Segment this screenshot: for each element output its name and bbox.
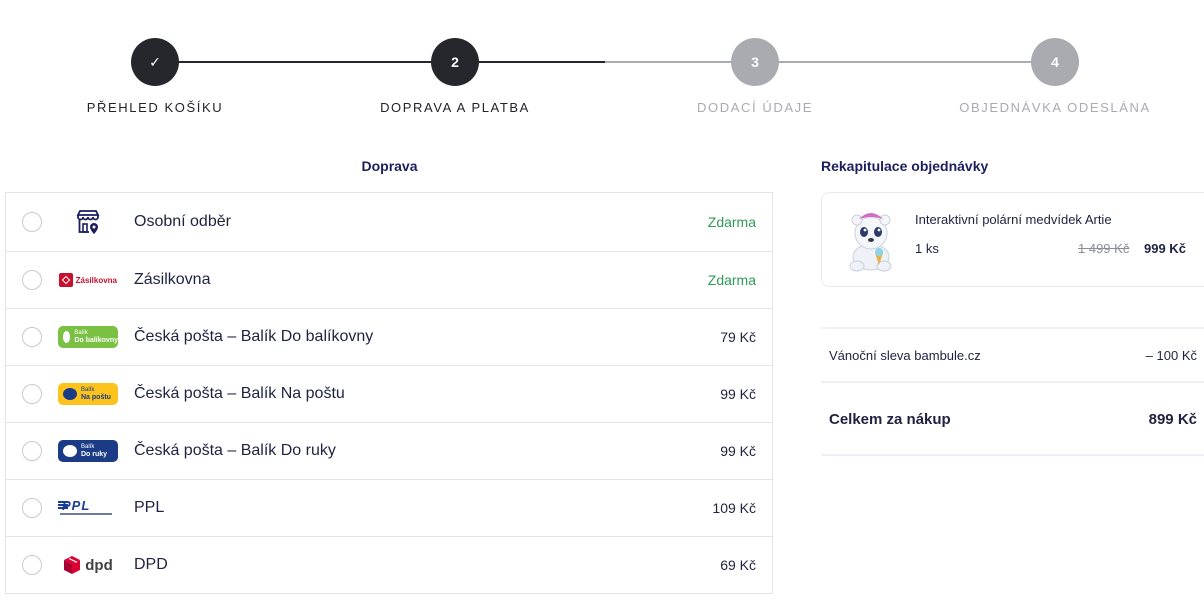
shipping-option-ppl[interactable]: PPL PPL 109 Kč	[6, 479, 772, 536]
shipping-option-name: Osobní odběr	[134, 213, 231, 230]
ppl-logo: PPL	[56, 496, 120, 520]
step-3-label: DODACÍ ÚDAJE	[697, 100, 813, 115]
step-delivery-details: 3 DODACÍ ÚDAJE	[655, 38, 855, 115]
checkout-stepper: ✓ PŘEHLED KOŠÍKU 2 DOPRAVA A PLATBA 3 DO…	[0, 0, 1204, 130]
shipping-option-price: 99 Kč	[720, 443, 756, 459]
shipping-options-list: Osobní odběr Zdarma Zásilkovna Zásilkovn…	[5, 192, 773, 594]
shipping-option-name: Česká pošta – Balík Na poštu	[134, 385, 345, 402]
order-recap-title: Rekapitulace objednávky	[821, 158, 989, 174]
shipping-option-zasilkovna[interactable]: Zásilkovna Zásilkovna Zdarma	[6, 251, 772, 308]
balik-do-ruky-logo: Balík Do ruky	[56, 439, 120, 463]
shipping-option-name: DPD	[134, 556, 168, 573]
product-price-old: 1 499 Kč	[1078, 241, 1130, 256]
total-label: Celkem za nákup	[829, 411, 951, 428]
product-name[interactable]: Interaktivní polární medvídek Artie	[915, 212, 1112, 227]
step-1-checkmark-icon: ✓	[131, 38, 179, 86]
order-item-card: Interaktivní polární medvídek Artie 1 ks…	[821, 192, 1204, 287]
shipping-option-name: Česká pošta – Balík Do balíkovny	[134, 328, 374, 345]
shipping-radio[interactable]	[22, 555, 42, 575]
recap-divider	[821, 381, 1204, 383]
shipping-option-name: Zásilkovna	[134, 271, 211, 288]
step-shipping-payment: 2 DOPRAVA A PLATBA	[355, 38, 555, 115]
store-pin-icon	[56, 210, 120, 234]
discount-label: Vánoční sleva bambule.cz	[829, 348, 981, 363]
shipping-option-balik-do-balikovny[interactable]: Balík Do balíkovny Česká pošta – Balík Do…	[6, 308, 772, 365]
total-row: Celkem za nákup 899 Kč	[821, 384, 1204, 454]
shipping-option-dpd[interactable]: dpd DPD 69 Kč	[6, 536, 772, 593]
shipping-radio[interactable]	[22, 212, 42, 232]
shipping-radio[interactable]	[22, 498, 42, 518]
shipping-section-title: Doprava	[361, 158, 418, 174]
step-4-label: OBJEDNÁVKA ODESLÁNA	[959, 100, 1151, 115]
shipping-option-price: 79 Kč	[720, 329, 756, 345]
product-price-new: 999 Kč	[1144, 241, 1186, 256]
shipping-option-price: Zdarma	[707, 214, 756, 230]
shipping-option-price: Zdarma	[707, 272, 756, 288]
step-order-sent: 4 OBJEDNÁVKA ODESLÁNA	[955, 38, 1155, 115]
step-2-label: DOPRAVA A PLATBA	[380, 100, 530, 115]
shipping-option-balik-na-postu[interactable]: Balík Na poštu Česká pošta – Balík Na poš…	[6, 365, 772, 422]
recap-divider	[821, 327, 1204, 329]
recap-divider	[821, 454, 1204, 456]
polar-bear-toy-image[interactable]	[842, 207, 900, 273]
shipping-option-name: Česká pošta – Balík Do ruky	[134, 442, 336, 459]
shipping-option-balik-do-ruky[interactable]: Balík Do ruky Česká pošta – Balík Do ruky…	[6, 422, 772, 479]
shipping-option-personal-pickup[interactable]: Osobní odběr Zdarma	[6, 193, 772, 251]
step-4-number: 4	[1031, 38, 1079, 86]
shipping-option-price: 99 Kč	[720, 386, 756, 402]
shipping-radio[interactable]	[22, 327, 42, 347]
shipping-radio[interactable]	[22, 441, 42, 461]
shipping-option-price: 109 Kč	[712, 500, 756, 516]
dpd-logo: dpd	[56, 553, 120, 577]
step-cart-overview[interactable]: ✓ PŘEHLED KOŠÍKU	[55, 38, 255, 115]
product-quantity: 1 ks	[915, 241, 939, 256]
balik-do-balikovny-logo: Balík Do balíkovny	[56, 325, 120, 349]
shipping-option-name: PPL	[134, 499, 165, 516]
shipping-option-price: 69 Kč	[720, 557, 756, 573]
discount-row: Vánoční sleva bambule.cz – 100 Kč	[821, 330, 1204, 382]
zasilkovna-logo: Zásilkovna	[56, 268, 120, 292]
discount-value: – 100 Kč	[1145, 348, 1197, 363]
step-1-label: PŘEHLED KOŠÍKU	[86, 100, 224, 115]
step-2-number: 2	[431, 38, 479, 86]
step-3-number: 3	[731, 38, 779, 86]
shipping-radio[interactable]	[22, 270, 42, 290]
total-value: 899 Kč	[1148, 411, 1197, 428]
balik-na-postu-logo: Balík Na poštu	[56, 382, 120, 406]
shipping-radio[interactable]	[22, 384, 42, 404]
